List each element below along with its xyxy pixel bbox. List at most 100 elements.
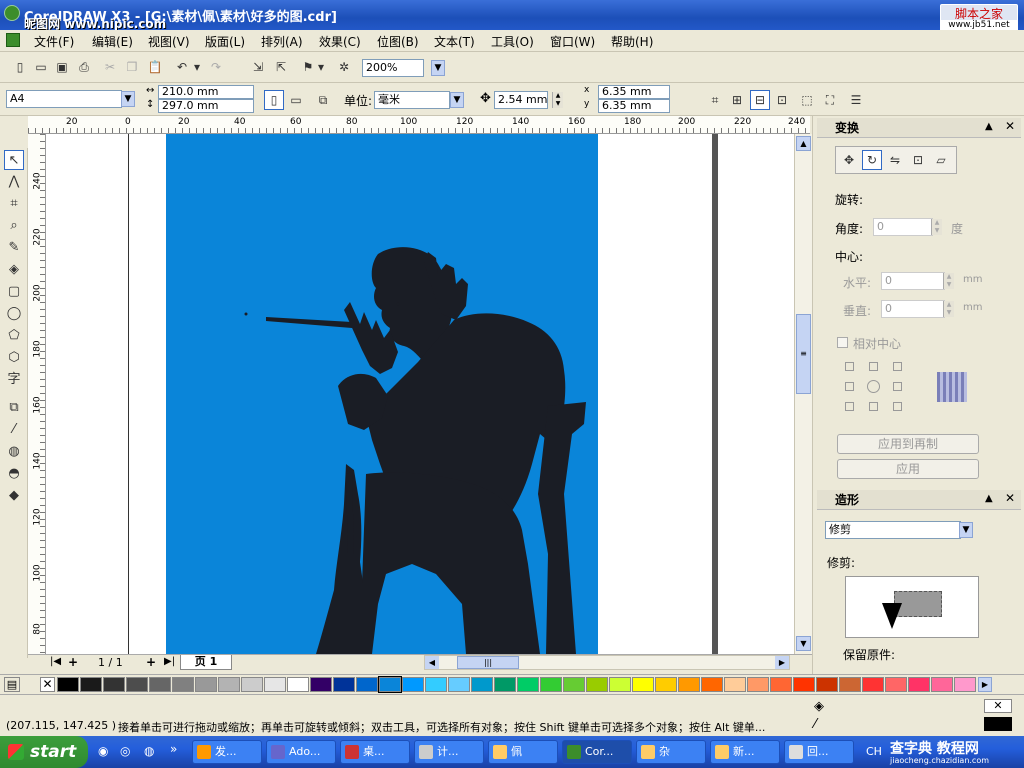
shape-tool-icon[interactable]: ⋀ bbox=[4, 172, 24, 192]
color-swatch[interactable] bbox=[678, 677, 700, 692]
vertical-spinner-icon[interactable]: ▲ ▼ bbox=[943, 301, 954, 317]
no-fill-swatch[interactable]: ✕ bbox=[40, 677, 55, 692]
anchor-point[interactable] bbox=[893, 382, 902, 391]
color-swatch[interactable] bbox=[540, 677, 562, 692]
paper-type-field[interactable]: A4 bbox=[6, 90, 122, 108]
color-swatch[interactable] bbox=[425, 677, 447, 692]
menu-bitmaps[interactable]: 位图(B) bbox=[377, 33, 419, 50]
color-swatch[interactable] bbox=[793, 677, 815, 692]
color-swatch[interactable] bbox=[724, 677, 746, 692]
menu-file[interactable]: 文件(F) bbox=[34, 33, 74, 50]
nudge-spinner-icon[interactable]: ▲ ▼ bbox=[552, 92, 563, 108]
color-swatch[interactable] bbox=[172, 677, 194, 692]
vertical-scrollbar[interactable]: ▲ ≡ ▼ bbox=[794, 134, 812, 654]
taskbar-item[interactable]: 计... bbox=[414, 740, 484, 764]
horizontal-scrollbar[interactable]: ◀ ||| ▶ bbox=[424, 655, 790, 670]
menu-layout[interactable]: 版面(L) bbox=[205, 33, 245, 50]
unit-dropdown-icon[interactable]: ▼ bbox=[450, 92, 464, 108]
snap-objects-icon[interactable]: ⊟ bbox=[750, 90, 770, 110]
anchor-point[interactable] bbox=[893, 402, 902, 411]
rectangle-tool-icon[interactable]: ▢ bbox=[4, 282, 24, 302]
color-swatch[interactable] bbox=[931, 677, 953, 692]
apply-button[interactable]: 应用 bbox=[837, 459, 979, 479]
nudge-distance-field[interactable]: 2.54 mm bbox=[494, 91, 548, 109]
cut-icon[interactable]: ✂ bbox=[100, 57, 120, 77]
anchor-point[interactable] bbox=[845, 402, 854, 411]
close-icon[interactable]: ✕ bbox=[1005, 491, 1015, 505]
taskbar-item[interactable]: 回... bbox=[784, 740, 854, 764]
color-swatch[interactable] bbox=[356, 677, 378, 692]
duplicate-y-field[interactable]: 6.35 mm bbox=[598, 99, 670, 113]
interactive-fill-icon[interactable]: ◆ bbox=[4, 486, 24, 506]
color-swatch[interactable] bbox=[885, 677, 907, 692]
shaping-mode-dropdown-icon[interactable]: ▼ bbox=[959, 522, 973, 538]
outline-color-indicator[interactable] bbox=[984, 717, 1012, 731]
color-swatch[interactable] bbox=[655, 677, 677, 692]
color-swatch[interactable] bbox=[195, 677, 217, 692]
last-page-icon[interactable]: ▶| bbox=[164, 656, 175, 667]
menu-text[interactable]: 文本(T) bbox=[434, 33, 475, 50]
menu-window[interactable]: 窗口(W) bbox=[550, 33, 595, 50]
horizontal-spinner-icon[interactable]: ▲ ▼ bbox=[943, 273, 954, 289]
color-swatch[interactable] bbox=[241, 677, 263, 692]
paper-height-field[interactable]: 297.0 mm bbox=[158, 99, 254, 113]
dynamic-guides-icon[interactable]: ⊡ bbox=[772, 90, 792, 110]
anchor-center[interactable] bbox=[867, 380, 880, 393]
paste-icon[interactable]: 📋 bbox=[145, 57, 165, 77]
color-swatch[interactable] bbox=[954, 677, 976, 692]
skew-icon[interactable]: ▱ bbox=[931, 150, 951, 170]
scroll-down-icon[interactable]: ▼ bbox=[796, 636, 811, 651]
fill-tool-icon[interactable]: ◓ bbox=[4, 464, 24, 484]
color-swatch[interactable] bbox=[586, 677, 608, 692]
start-button[interactable]: start bbox=[0, 736, 88, 768]
shaping-mode-field[interactable]: 修剪 bbox=[825, 521, 961, 539]
color-swatch[interactable] bbox=[908, 677, 930, 692]
quicklaunch-browser-icon[interactable]: ◍ bbox=[144, 744, 154, 758]
anchor-point[interactable] bbox=[869, 362, 878, 371]
scroll-right-icon[interactable]: ▶ bbox=[775, 656, 789, 669]
taskbar-item[interactable]: Ado... bbox=[266, 740, 336, 764]
color-swatch[interactable] bbox=[471, 677, 493, 692]
eyedropper-icon[interactable]: ⁄ bbox=[4, 420, 24, 440]
color-swatch[interactable] bbox=[57, 677, 79, 692]
position-icon[interactable]: ✥ bbox=[839, 150, 859, 170]
relative-center-checkbox[interactable] bbox=[837, 337, 848, 348]
taskbar-item[interactable]: 新... bbox=[710, 740, 780, 764]
color-swatch[interactable] bbox=[448, 677, 470, 692]
first-page-icon[interactable]: |◀ bbox=[50, 656, 61, 667]
palette-menu-icon[interactable]: ▤ bbox=[4, 677, 20, 692]
scale-mirror-icon[interactable]: ⇋ bbox=[885, 150, 905, 170]
color-swatch[interactable] bbox=[816, 677, 838, 692]
color-swatch[interactable] bbox=[632, 677, 654, 692]
angle-spinner-icon[interactable]: ▲ ▼ bbox=[931, 219, 942, 235]
landscape-button[interactable]: ▭ bbox=[286, 90, 306, 110]
fill-color-indicator[interactable]: ✕ bbox=[984, 699, 1012, 713]
menu-arrange[interactable]: 排列(A) bbox=[261, 33, 303, 50]
text-tool-icon[interactable]: 字 bbox=[4, 370, 24, 390]
zoom-tool-icon[interactable]: ⌕ bbox=[4, 216, 24, 236]
color-swatch[interactable] bbox=[862, 677, 884, 692]
launcher-dropdown-icon[interactable]: ▾ bbox=[316, 57, 326, 77]
scroll-left-icon[interactable]: ◀ bbox=[425, 656, 439, 669]
collapse-icon[interactable]: ▲ bbox=[985, 493, 993, 504]
collapse-icon[interactable]: ▲ bbox=[985, 121, 993, 132]
color-swatch[interactable] bbox=[287, 677, 309, 692]
menu-help[interactable]: 帮助(H) bbox=[611, 33, 653, 50]
palette-scroll-right-icon[interactable]: ▶ bbox=[978, 677, 992, 692]
menu-view[interactable]: 视图(V) bbox=[148, 33, 190, 50]
zoom-dropdown-icon[interactable]: ▼ bbox=[431, 60, 445, 76]
zoom-level-field[interactable]: 200% bbox=[362, 59, 424, 77]
horizontal-field[interactable]: 0 bbox=[881, 272, 945, 290]
taskbar-item[interactable]: 桌... bbox=[340, 740, 410, 764]
options-icon[interactable]: ⛶ bbox=[820, 90, 840, 110]
color-swatch[interactable] bbox=[378, 676, 402, 693]
scroll-up-icon[interactable]: ▲ bbox=[796, 136, 811, 151]
color-swatch[interactable] bbox=[701, 677, 723, 692]
snap-guidelines-icon[interactable]: ⊞ bbox=[727, 90, 747, 110]
add-page-after-icon[interactable]: + bbox=[146, 655, 156, 669]
taskbar-item[interactable]: 杂 bbox=[636, 740, 706, 764]
crop-tool-icon[interactable]: ⌗ bbox=[4, 194, 24, 214]
color-swatch[interactable] bbox=[80, 677, 102, 692]
anchor-point[interactable] bbox=[869, 402, 878, 411]
outline-tool-icon[interactable]: ◍ bbox=[4, 442, 24, 462]
